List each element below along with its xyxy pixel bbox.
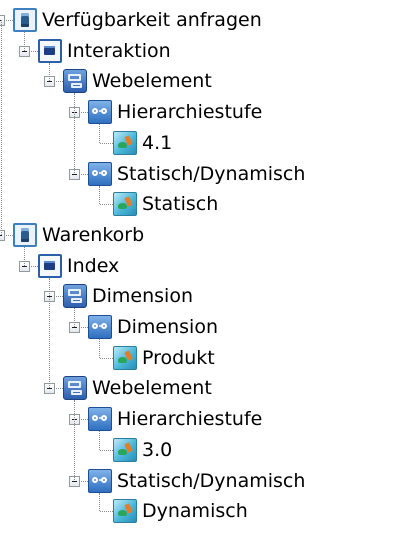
- tree-connector: [100, 204, 113, 206]
- tree-guide-line: [49, 62, 50, 82]
- tree-node-label[interactable]: Webelement: [92, 376, 212, 400]
- value-icon: [113, 130, 137, 155]
- tree-guide-line: [49, 277, 50, 389]
- tree-root-guide-line: [1, 20, 2, 235]
- database-icon: [13, 222, 37, 247]
- attribute-icon: [88, 161, 112, 186]
- tree-node-label[interactable]: Statisch/Dynamisch: [117, 162, 305, 186]
- folder-icon: [63, 376, 87, 401]
- tree-node-label[interactable]: Verfügbarkeit anfragen: [42, 8, 262, 32]
- tree-guide-line: [24, 32, 25, 51]
- tree-node-label[interactable]: Hierarchiestufe: [117, 407, 262, 431]
- tree-connector: [100, 357, 113, 359]
- tree-connector: [100, 449, 113, 451]
- table-icon: [38, 253, 62, 278]
- attribute-icon: [88, 315, 112, 339]
- tree-connector: [100, 142, 113, 144]
- tree-node-label[interactable]: 3.0: [142, 438, 172, 462]
- tree-node-label[interactable]: Statisch: [142, 192, 218, 216]
- tree-guide-line: [99, 492, 100, 512]
- tree-guide-line: [99, 339, 100, 358]
- attribute-icon: [88, 468, 112, 493]
- tree-node-label[interactable]: Webelement: [92, 69, 212, 93]
- tree-guide-line: [74, 93, 75, 174]
- tree-view[interactable]: Verfügbarkeit anfragen Interaktion Webelem…: [0, 0, 407, 554]
- tree-node-label[interactable]: Dimension: [117, 315, 218, 339]
- value-icon: [113, 437, 137, 462]
- attribute-icon: [88, 407, 112, 432]
- tree-guide-line: [24, 246, 25, 266]
- table-icon: [38, 38, 62, 63]
- tree-guide-line: [99, 124, 100, 143]
- tree-guide-line: [74, 308, 75, 327]
- folder-icon: [63, 69, 87, 94]
- attribute-icon: [88, 100, 112, 125]
- tree-node-label[interactable]: Index: [67, 254, 119, 278]
- tree-node-label[interactable]: Statisch/Dynamisch: [117, 469, 305, 493]
- tree-node-label[interactable]: 4.1: [142, 131, 172, 155]
- value-icon: [113, 345, 137, 370]
- tree-node-label[interactable]: Interaktion: [67, 39, 171, 63]
- tree-guide-line: [74, 400, 75, 481]
- tree-node-label[interactable]: Produkt: [142, 346, 215, 370]
- tree-node-label[interactable]: Dynamisch: [142, 499, 248, 523]
- tree-guide-line: [99, 185, 100, 205]
- tree-node-label[interactable]: Warenkorb: [42, 223, 144, 247]
- tree-connector: [100, 511, 113, 513]
- folder-icon: [63, 284, 87, 309]
- value-icon: [113, 499, 137, 524]
- value-icon: [113, 192, 137, 217]
- database-icon: [13, 8, 37, 32]
- tree-node-label[interactable]: Dimension: [92, 284, 193, 308]
- tree-node-label[interactable]: Hierarchiestufe: [117, 100, 262, 124]
- tree-guide-line: [99, 431, 100, 450]
